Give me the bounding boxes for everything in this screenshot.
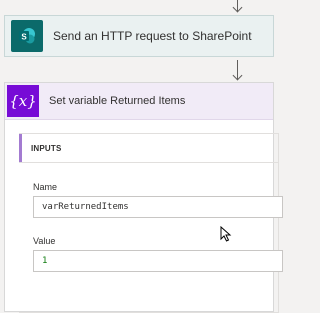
name-field[interactable]: varReturnedItems <box>33 196 283 218</box>
sharepoint-icon: S <box>11 20 43 52</box>
set-variable-step-header[interactable]: {x} Set variable Returned Items <box>5 83 273 120</box>
name-label: Name <box>33 182 58 192</box>
inputs-header: INPUTS <box>19 134 278 163</box>
arrow-down-icon <box>232 2 243 13</box>
mouse-pointer-icon <box>220 226 232 242</box>
set-variable-step-title: Set variable Returned Items <box>49 95 186 107</box>
arrow-down-icon <box>232 70 243 81</box>
http-request-step-title: Send an HTTP request to SharePoint <box>53 29 252 43</box>
inputs-accent-bar <box>19 134 22 162</box>
set-variable-step-card: {x} Set variable Returned Items INPUTS N… <box>4 82 283 313</box>
inputs-panel: INPUTS Name varReturnedItems Value 1 <box>19 133 283 313</box>
value-label: Value <box>33 236 56 246</box>
http-request-step-card[interactable]: S Send an HTTP request to SharePoint <box>4 15 274 57</box>
variable-icon: {x} <box>7 85 39 117</box>
svg-text:S: S <box>21 33 27 42</box>
value-field[interactable]: 1 <box>33 250 283 272</box>
flow-connector-middle <box>232 60 244 82</box>
flow-connector-top <box>232 0 244 14</box>
